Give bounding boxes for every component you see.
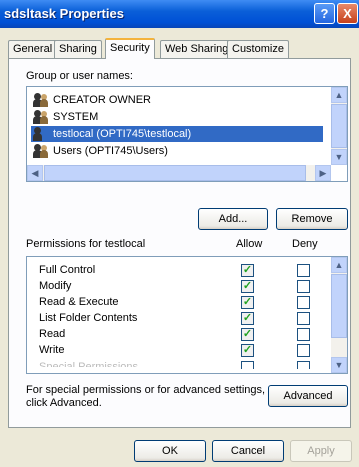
cancel-button[interactable]: Cancel: [212, 440, 284, 462]
title-bar: sdsltask Properties ? X: [0, 0, 359, 28]
deny-full-control-checkbox[interactable]: [297, 264, 310, 277]
users-icon: [33, 93, 49, 107]
tab-sharing[interactable]: Sharing: [54, 40, 102, 58]
advanced-note-line2: click Advanced.: [26, 397, 102, 409]
scroll-thumb[interactable]: [331, 104, 347, 148]
ok-button[interactable]: OK: [134, 440, 206, 462]
group-user-list[interactable]: CREATOR OWNER SYSTEM testlocal (OPTI745\…: [26, 86, 348, 182]
advanced-button[interactable]: Advanced: [268, 385, 348, 407]
deny-read-checkbox[interactable]: [297, 328, 310, 341]
allow-read-checkbox[interactable]: ✓: [241, 328, 254, 341]
vertical-scrollbar[interactable]: ▲ ▼: [331, 87, 347, 165]
scroll-left-icon[interactable]: ◀: [27, 165, 43, 181]
permission-label-full-control: Full Control: [39, 264, 96, 276]
scroll-down-icon[interactable]: ▼: [331, 357, 347, 373]
help-button[interactable]: ?: [314, 3, 335, 24]
list-item-testlocal[interactable]: testlocal (OPTI745\testlocal): [31, 126, 323, 142]
group-list-label: Group or user names:: [26, 70, 133, 82]
permission-label-list-folder-contents: List Folder Contents: [39, 312, 138, 324]
deny-special-checkbox[interactable]: [297, 361, 310, 369]
tab-security[interactable]: Security: [105, 38, 155, 59]
user-icon: [33, 127, 49, 141]
deny-write-checkbox[interactable]: [297, 344, 310, 357]
list-item-system[interactable]: SYSTEM: [31, 109, 323, 125]
apply-button[interactable]: Apply: [290, 440, 352, 462]
scroll-thumb[interactable]: [44, 165, 306, 181]
allow-list-folder-contents-checkbox[interactable]: ✓: [241, 312, 254, 325]
allow-write-checkbox[interactable]: ✓: [241, 344, 254, 357]
advanced-note-line1: For special permissions or for advanced …: [26, 384, 266, 396]
permissions-scrollbar[interactable]: ▲ ▼: [331, 257, 347, 373]
horizontal-scrollbar[interactable]: ◀ ▶: [27, 165, 331, 181]
list-item-label: testlocal (OPTI745\testlocal): [53, 128, 192, 140]
allow-modify-checkbox[interactable]: ✓: [241, 280, 254, 293]
permission-label-read: Read: [39, 328, 66, 340]
scroll-down-icon[interactable]: ▼: [331, 149, 347, 165]
remove-button[interactable]: Remove: [276, 208, 348, 230]
list-item-label: CREATOR OWNER: [53, 94, 151, 106]
list-item-label: SYSTEM: [53, 111, 99, 123]
permission-label-special: Special Permissions: [39, 361, 139, 367]
scroll-up-icon[interactable]: ▲: [331, 257, 347, 273]
permission-label-read-execute: Read & Execute: [39, 296, 119, 308]
scroll-up-icon[interactable]: ▲: [331, 87, 347, 103]
allow-header: Allow: [236, 238, 263, 250]
add-button[interactable]: Add...: [198, 208, 268, 230]
permission-label-modify: Modify: [39, 280, 72, 292]
tab-general[interactable]: General: [8, 40, 58, 58]
scroll-right-icon[interactable]: ▶: [315, 165, 331, 181]
deny-header: Deny: [292, 238, 318, 250]
allow-read-execute-checkbox[interactable]: ✓: [241, 296, 254, 309]
list-item-creator-owner[interactable]: CREATOR OWNER: [31, 92, 323, 108]
users-icon: [33, 144, 49, 158]
allow-special-checkbox[interactable]: [241, 361, 254, 369]
deny-read-execute-checkbox[interactable]: [297, 296, 310, 309]
list-item-label: Users (OPTI745\Users): [53, 145, 168, 157]
scroll-thumb[interactable]: [331, 274, 347, 338]
list-item-users[interactable]: Users (OPTI745\Users): [31, 143, 323, 159]
deny-modify-checkbox[interactable]: [297, 280, 310, 293]
users-icon: [33, 110, 49, 124]
deny-list-folder-contents-checkbox[interactable]: [297, 312, 310, 325]
tab-customize[interactable]: Customize: [227, 40, 289, 58]
permissions-label: Permissions for testlocal: [26, 238, 146, 250]
tab-web-sharing[interactable]: Web Sharing: [160, 40, 234, 58]
permissions-list: Full Control ✓ Modify ✓ Read & Execute ✓…: [26, 256, 348, 374]
close-button[interactable]: X: [337, 3, 358, 24]
window-title: sdsltask Properties: [4, 6, 124, 21]
permission-label-write: Write: [39, 344, 65, 356]
allow-full-control-checkbox[interactable]: ✓: [241, 264, 254, 277]
